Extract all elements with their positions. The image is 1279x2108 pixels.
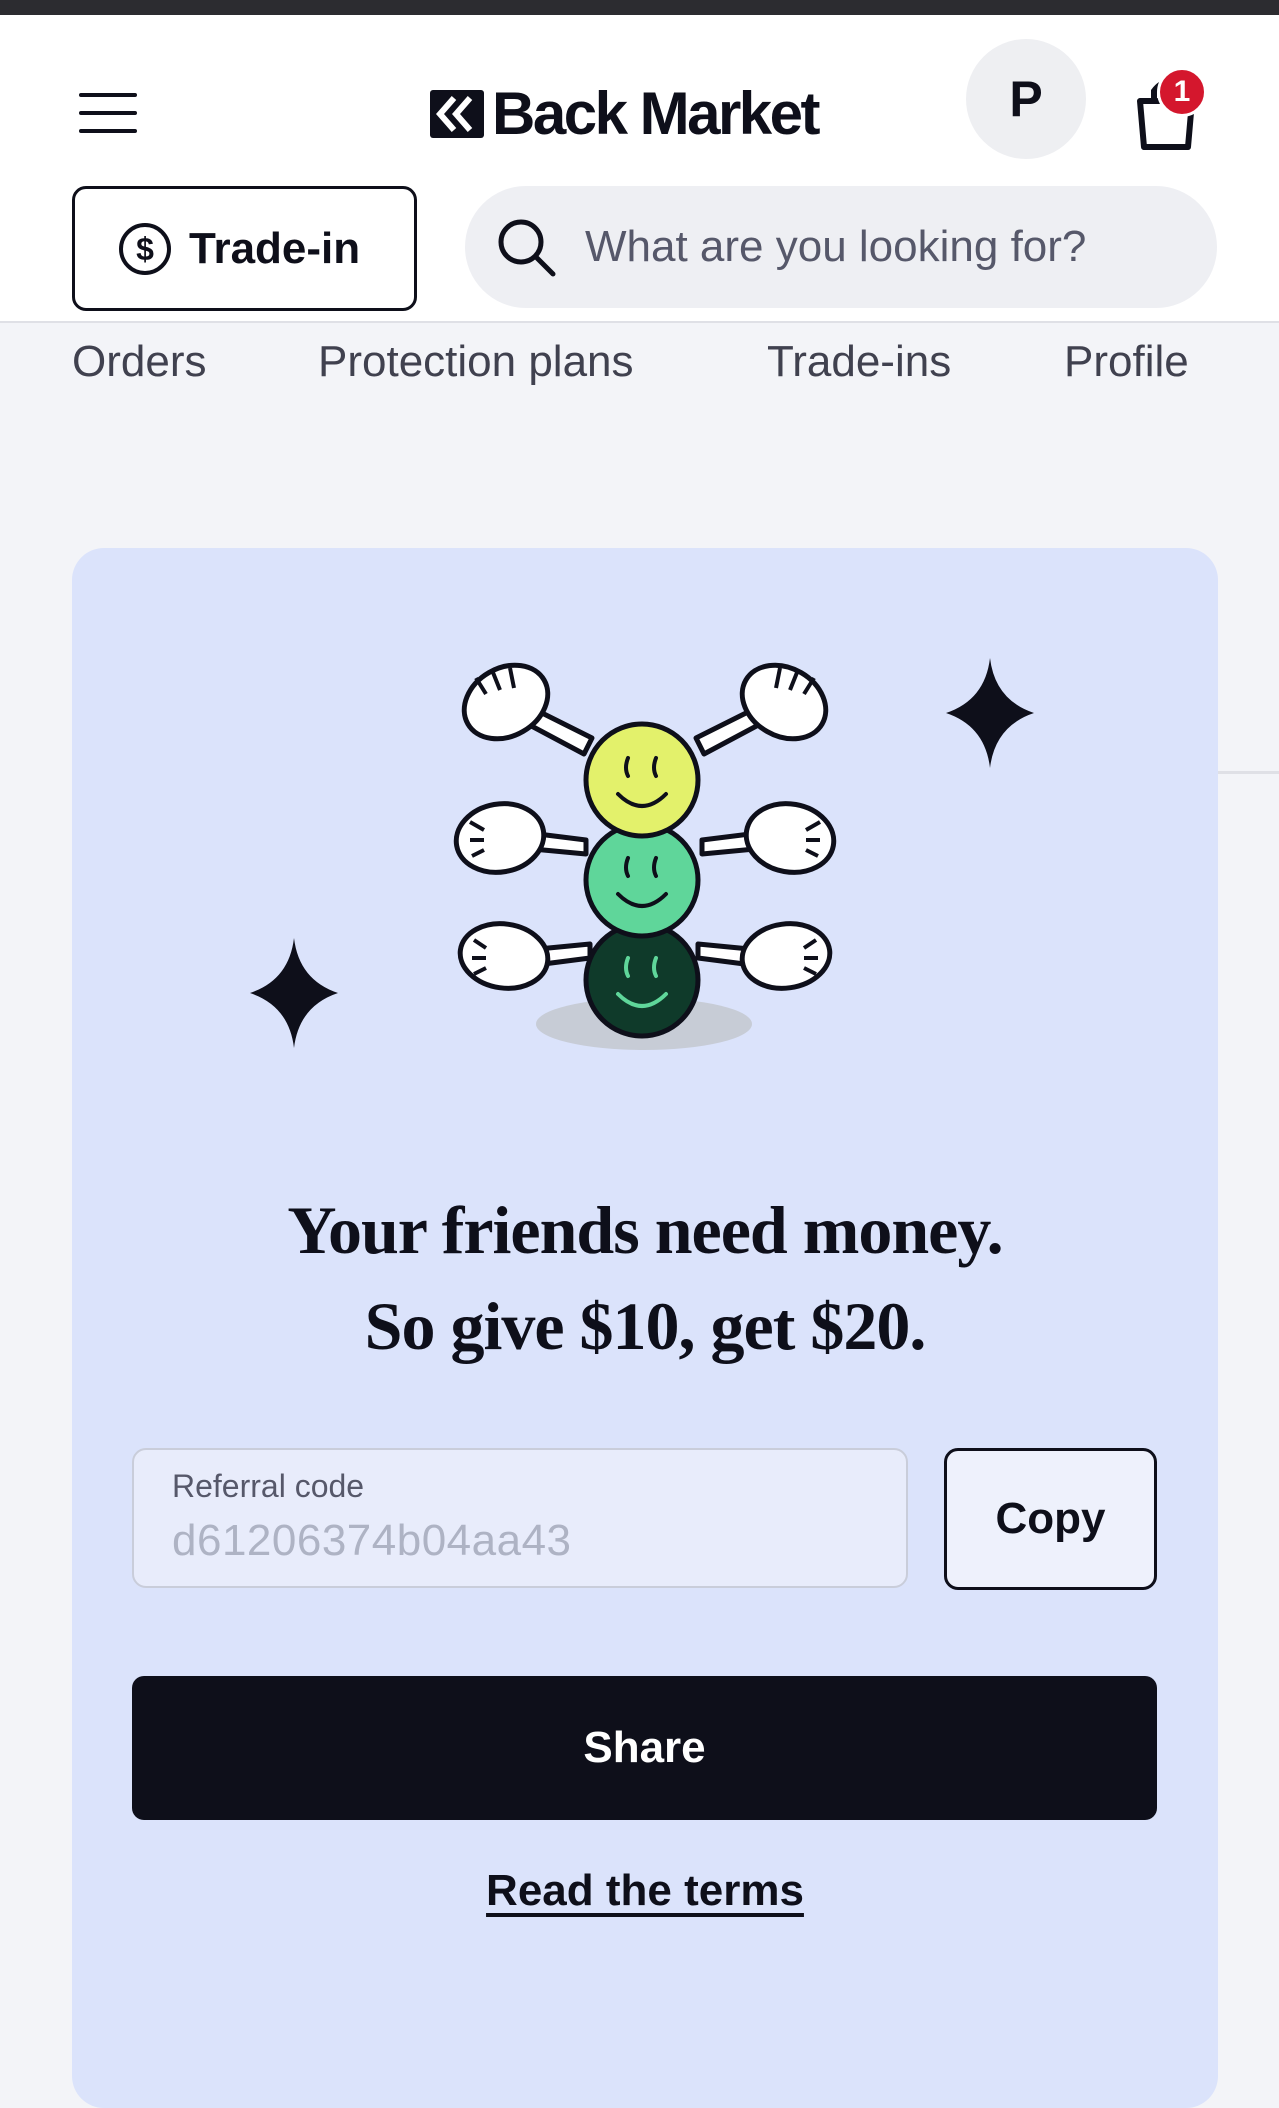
- back-market-logo[interactable]: Back Market: [430, 77, 821, 151]
- avatar[interactable]: P: [966, 39, 1086, 159]
- tab-orders[interactable]: Orders: [72, 337, 206, 387]
- referral-code-value: d61206374b04aa43: [172, 1516, 572, 1565]
- sparkle-icon: [250, 938, 338, 1048]
- smiley-stack-illustration: [250, 658, 1034, 1050]
- cart-count-badge: 1: [1157, 67, 1207, 117]
- referral-card: Your friends need money. So give $10, ge…: [72, 548, 1218, 2108]
- search-placeholder: What are you looking for?: [585, 222, 1087, 271]
- search-input[interactable]: What are you looking for?: [465, 186, 1217, 308]
- referral-code-label: Referral code: [172, 1468, 365, 1504]
- menu-button[interactable]: [72, 77, 144, 149]
- headline-line-1: Your friends need money.: [287, 1191, 1003, 1268]
- tab-profile[interactable]: Profile: [1064, 337, 1189, 387]
- back-market-logo-icon: [430, 90, 484, 138]
- status-strip: [0, 0, 1279, 15]
- site-header: Back Market P 1 $ Trade-in What are you …: [0, 15, 1279, 323]
- referral-headline: Your friends need money. So give $10, ge…: [72, 1182, 1218, 1374]
- trade-in-label: Trade-in: [189, 223, 361, 273]
- menu-icon-bar: [79, 111, 137, 115]
- read-terms-link[interactable]: Read the terms: [72, 1866, 1218, 1916]
- sparkle-icon: [946, 658, 1034, 768]
- trade-in-button[interactable]: $ Trade-in: [72, 186, 417, 311]
- tab-protection-plans[interactable]: Protection plans: [318, 337, 634, 387]
- dollar-circle-icon: $: [119, 222, 171, 275]
- menu-icon-bar: [79, 93, 137, 97]
- share-button[interactable]: Share: [132, 1676, 1157, 1820]
- svg-text:$: $: [136, 231, 154, 267]
- referral-code-field[interactable]: Referral code d61206374b04aa43: [132, 1448, 908, 1588]
- account-tabs: Orders Protection plans Trade-ins Profil…: [0, 323, 1279, 774]
- brand-name: Back Market: [492, 80, 821, 147]
- headline-line-2: So give $10, get $20.: [364, 1287, 927, 1364]
- menu-icon-bar: [79, 129, 137, 133]
- search-icon: [498, 219, 556, 277]
- copy-button[interactable]: Copy: [944, 1448, 1157, 1590]
- tab-trade-ins[interactable]: Trade-ins: [767, 337, 951, 387]
